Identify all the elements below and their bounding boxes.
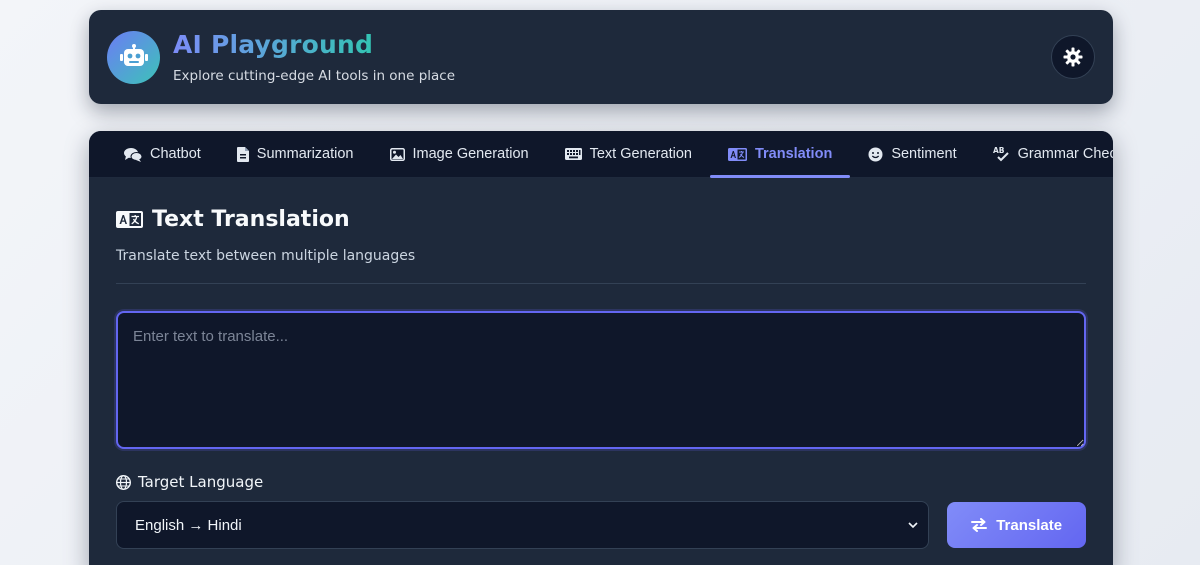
tab-label: Chatbot (150, 146, 201, 162)
gear-icon (1063, 47, 1083, 67)
target-language-label: Target Language (116, 473, 1086, 491)
tab-image-generation[interactable]: Image Generation (372, 131, 547, 177)
theme-toggle-button[interactable] (1051, 35, 1095, 79)
spell-check-icon: AB (993, 146, 1009, 162)
tab-label: Summarization (256, 146, 354, 162)
file-icon (236, 146, 249, 162)
language-icon (116, 211, 143, 228)
section-title-text: Text Translation (152, 207, 350, 232)
svg-text:AB: AB (993, 146, 1005, 155)
tab-label: Sentiment (891, 146, 957, 162)
tab-label: Image Generation (412, 146, 529, 162)
app-subtitle: Explore cutting-edge AI tools in one pla… (173, 68, 456, 84)
keyboard-icon (564, 148, 582, 160)
tool-tabs: Chatbot Summarization Image Generation T… (89, 131, 1113, 178)
tab-summarization[interactable]: Summarization (219, 131, 372, 177)
tab-label: Grammar Check (1017, 146, 1113, 162)
app-title: AI Playground (173, 30, 455, 60)
robot-logo (107, 30, 160, 84)
tool-panel: Chatbot Summarization Image Generation T… (89, 131, 1113, 565)
image-icon (389, 147, 405, 161)
target-language-select[interactable]: English → Hindi (116, 501, 930, 549)
app-header: AI Playground Explore cutting-edge AI to… (89, 10, 1113, 104)
translation-input[interactable] (116, 311, 1086, 449)
robot-icon (119, 44, 148, 66)
translate-button-label: Translate (996, 516, 1063, 534)
globe-icon (116, 474, 131, 490)
tab-chatbot[interactable]: Chatbot (106, 131, 219, 177)
tab-translation[interactable]: Translation (709, 131, 851, 178)
tab-sentiment[interactable]: Sentiment (850, 131, 974, 177)
chat-bubbles-icon (124, 147, 142, 162)
tab-text-generation[interactable]: Text Generation (547, 131, 710, 177)
translate-button[interactable]: Translate (947, 502, 1086, 548)
tab-label: Text Generation (589, 146, 692, 162)
divider (116, 283, 1086, 284)
section-subtitle: Translate text between multiple language… (116, 248, 416, 264)
tab-grammar-check[interactable]: AB Grammar Check (975, 131, 1113, 177)
chevron-down-icon (908, 521, 918, 528)
language-icon (727, 147, 747, 161)
section-title: Text Translation (116, 207, 1086, 232)
smiley-icon (868, 147, 883, 161)
target-language-label-text: Target Language (138, 473, 264, 491)
swap-arrows-icon (971, 518, 988, 532)
selected-language: English → Hindi (135, 516, 242, 534)
tab-label: Translation (754, 146, 833, 162)
